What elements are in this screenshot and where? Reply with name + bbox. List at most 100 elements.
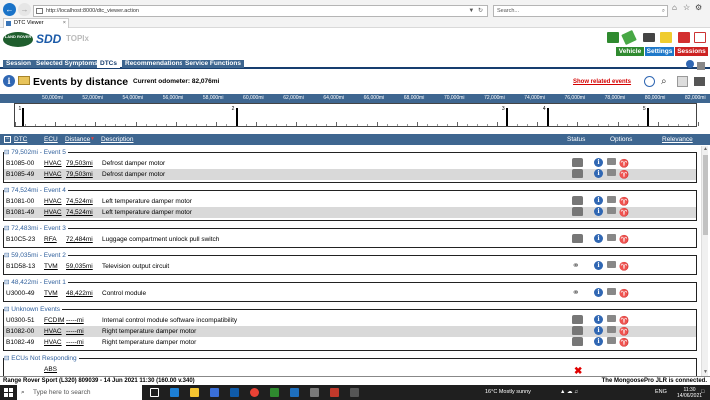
ecu-name[interactable]: TVM: [44, 261, 58, 272]
windows-start-icon[interactable]: [4, 388, 13, 397]
table-row[interactable]: ABS: [4, 364, 696, 375]
vehicle-button[interactable]: Vehicle: [616, 47, 644, 56]
timeline-event-marker[interactable]: [505, 108, 508, 126]
list-icon[interactable]: [677, 76, 688, 87]
ecu-name[interactable]: FCDIM: [44, 315, 65, 326]
taskbar-clock[interactable]: 11:30 14/06/2021: [677, 387, 702, 399]
event-group-title[interactable]: ⊟ 74,524mi - Event 4: [4, 186, 68, 194]
ecu-name[interactable]: HVAC: [44, 169, 62, 180]
camera-icon[interactable]: [607, 169, 616, 176]
event-group-title[interactable]: ⊟ 48,422mi - Event 1: [4, 278, 68, 286]
ecu-name[interactable]: HVAC: [44, 326, 62, 337]
car-status-icon[interactable]: [572, 158, 583, 167]
link-status-icon[interactable]: ⚭: [572, 288, 583, 297]
app-icon[interactable]: [310, 388, 319, 397]
event-group-title[interactable]: ⊟ 59,035mi - Event 2: [4, 251, 68, 259]
ie-icon[interactable]: [290, 388, 299, 397]
timeline-event-marker[interactable]: [646, 108, 649, 126]
table-row[interactable]: B1081-49 HVAC 74,524mi Left temperature dam…: [4, 207, 696, 218]
back-button[interactable]: ←: [3, 3, 16, 16]
camera-icon[interactable]: [607, 158, 616, 165]
ecu-name[interactable]: HVAC: [44, 337, 62, 348]
camera-icon[interactable]: [607, 207, 616, 214]
table-row[interactable]: B1085-00 HVAC 79,503mi Defrost damper motor…: [4, 158, 696, 169]
not-responding-icon[interactable]: ✖: [574, 367, 582, 377]
camera-icon[interactable]: [607, 337, 616, 344]
cable-icon[interactable]: ♈: [619, 169, 629, 180]
column-ecu[interactable]: ECU: [44, 134, 58, 145]
browser-tab[interactable]: DTC Viewer ×: [3, 18, 69, 28]
scrollbar[interactable]: ▲ ▼: [701, 146, 708, 376]
table-row[interactable]: B1081-00 HVAC 74,524mi Left temperature dam…: [4, 196, 696, 207]
info-icon[interactable]: i: [594, 288, 603, 297]
info-icon[interactable]: i: [594, 234, 603, 243]
app-grey-icon[interactable]: [350, 388, 359, 397]
cable-icon[interactable]: ♈: [619, 207, 629, 218]
settings-button[interactable]: Settings: [645, 47, 674, 56]
timeline-event-marker[interactable]: [235, 108, 238, 126]
car-status-icon[interactable]: [572, 169, 583, 178]
table-row[interactable]: B1082-49 HVAC -----mi Right temperature dam…: [4, 337, 696, 348]
camera-icon[interactable]: [607, 288, 616, 295]
scroll-thumb[interactable]: [703, 155, 708, 235]
ecu-name[interactable]: HVAC: [44, 196, 62, 207]
camera-icon[interactable]: [607, 326, 616, 333]
cable-icon[interactable]: ♈: [619, 158, 629, 169]
event-group-title[interactable]: ⊟ 79,502mi - Event 5: [4, 148, 68, 156]
clock-icon[interactable]: [644, 76, 655, 87]
star-icon[interactable]: ☆: [683, 3, 690, 12]
folder-icon[interactable]: [18, 76, 30, 85]
tab-service-functions[interactable]: Service Functions: [182, 60, 244, 68]
gear-icon[interactable]: ⚙: [695, 3, 702, 12]
info-icon[interactable]: i: [594, 326, 603, 335]
vehicle-icon[interactable]: [607, 32, 619, 43]
camera-icon[interactable]: [607, 234, 616, 241]
cable-icon[interactable]: ♈: [619, 315, 629, 326]
cable-icon[interactable]: ♈: [619, 234, 629, 245]
tab-dtcs[interactable]: DTCs: [97, 60, 120, 68]
magnifier-icon[interactable]: ⌕: [661, 76, 672, 87]
cable-icon[interactable]: ♈: [619, 337, 629, 348]
ecu-name[interactable]: HVAC: [44, 158, 62, 169]
rss-icon[interactable]: [678, 32, 690, 43]
taskbar-search-input[interactable]: ⌕ Type here to search: [17, 385, 142, 400]
print-icon[interactable]: [694, 77, 705, 86]
task-view-icon[interactable]: [150, 388, 159, 397]
close-icon[interactable]: ×: [63, 19, 66, 28]
wrench-icon[interactable]: [621, 29, 637, 46]
sessions-button[interactable]: Sessions: [675, 47, 708, 56]
forward-button[interactable]: →: [18, 3, 31, 16]
info-icon[interactable]: i: [594, 158, 603, 167]
car-status-icon[interactable]: [572, 326, 583, 335]
help-icon[interactable]: [694, 32, 706, 43]
sort-down-icon[interactable]: ▼: [90, 134, 95, 145]
camera-icon[interactable]: [607, 196, 616, 203]
file-explorer-icon[interactable]: [190, 388, 199, 397]
car-status-icon[interactable]: [572, 207, 583, 216]
scroll-down-icon[interactable]: ▼: [702, 369, 709, 376]
cable-icon[interactable]: ♈: [619, 196, 629, 207]
connection-icon[interactable]: [697, 62, 705, 70]
camera-icon[interactable]: [607, 261, 616, 268]
ecu-name[interactable]: ABS: [44, 364, 57, 375]
column-distance[interactable]: Distance: [65, 134, 90, 145]
table-row[interactable]: B1D58-13 TVM 59,035mi Television output cir…: [4, 261, 696, 272]
info-icon[interactable]: i: [3, 75, 15, 87]
network-icon[interactable]: [686, 60, 694, 68]
table-row[interactable]: B1085-49 HVAC 79,503mi Defrost damper motor…: [4, 169, 696, 180]
search-icon[interactable]: ⌕: [662, 6, 665, 16]
cable-icon[interactable]: ♈: [619, 261, 629, 272]
event-group-title[interactable]: ⊟ Unknown Events: [4, 305, 63, 313]
event-timeline[interactable]: 1 2 3 4 5: [14, 103, 699, 127]
camera-icon[interactable]: [607, 315, 616, 322]
table-row[interactable]: U0300-51 FCDIM -----mi Internal control mod…: [4, 315, 696, 326]
car-status-icon[interactable]: [572, 196, 583, 205]
printer-icon[interactable]: [643, 33, 655, 42]
timeline-event-marker[interactable]: [22, 108, 25, 126]
mail-icon[interactable]: [230, 388, 239, 397]
car-status-icon[interactable]: [572, 337, 583, 346]
car-status-icon[interactable]: [572, 234, 583, 243]
car-status-icon[interactable]: [572, 315, 583, 324]
notes-icon[interactable]: [660, 32, 672, 43]
edge-icon[interactable]: [170, 388, 179, 397]
